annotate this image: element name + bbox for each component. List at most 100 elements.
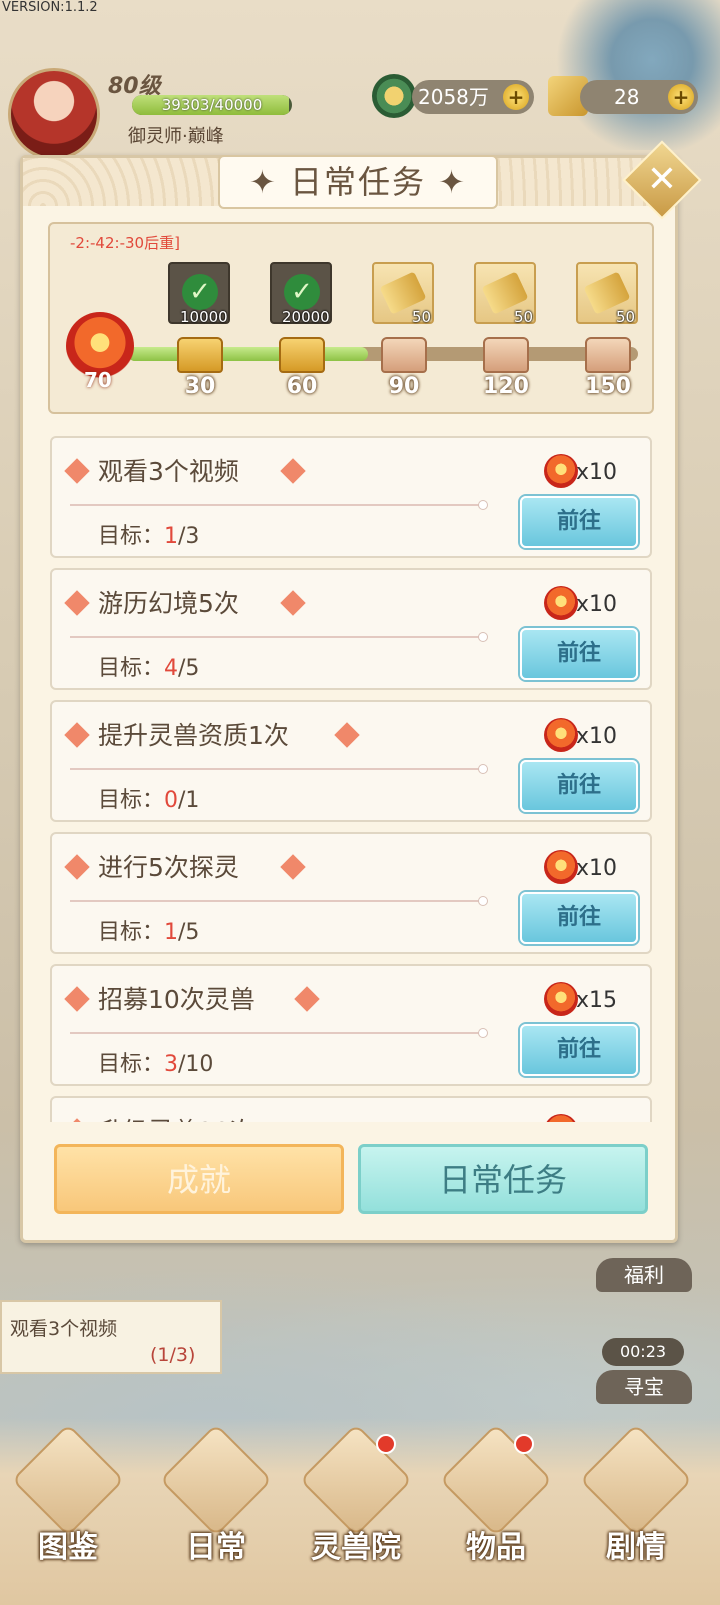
reward-amount: 10000 <box>180 308 228 326</box>
notification-badge <box>514 1434 534 1454</box>
chest-icon[interactable] <box>279 337 325 373</box>
checkmark-icon: ✓ <box>284 274 320 310</box>
task-divider <box>70 768 482 770</box>
reward-slot-2[interactable]: ✓ 20000 <box>270 262 332 326</box>
add-scrolls-button[interactable]: + <box>668 84 694 110</box>
quest-tracker[interactable]: 观看3个视频 (1/3) <box>0 1300 222 1374</box>
diamond-ornament-icon <box>334 722 360 748</box>
nav-item-daily[interactable]: 日常 <box>156 1423 276 1600</box>
task-reward: x15 <box>576 988 618 1013</box>
target-label: 目标： <box>98 524 165 549</box>
chest-icon[interactable] <box>483 337 529 373</box>
treasure-button[interactable]: 寻宝 <box>596 1370 692 1404</box>
reward-slot-4[interactable]: 50 <box>474 262 536 326</box>
milestone-label: 30 <box>184 374 216 399</box>
background-tower <box>550 0 720 150</box>
target-current: 1 <box>164 920 179 945</box>
activity-track-fill <box>128 347 368 361</box>
nav-label: 日常 <box>186 1530 246 1565</box>
go-button[interactable]: 前往 <box>520 760 638 812</box>
task-divider <box>70 900 482 902</box>
target-total: /3 <box>178 524 200 549</box>
task-divider <box>70 504 482 506</box>
flame-reward-icon <box>544 982 578 1016</box>
checkmark-icon: ✓ <box>182 274 218 310</box>
go-button[interactable]: 前往 <box>520 892 638 944</box>
task-reward: x10 <box>576 460 618 485</box>
tab-achievement[interactable]: 成就 <box>54 1144 344 1214</box>
reset-countdown: -2:-42:-30后重] <box>70 234 180 252</box>
divider-dot <box>478 632 488 642</box>
diamond-ornament-icon <box>64 722 90 748</box>
scroll-check-icon <box>159 1423 273 1537</box>
reward-amount: 50 <box>412 308 432 326</box>
go-button[interactable]: 前往 <box>520 1024 638 1076</box>
target-label: 目标： <box>98 788 165 813</box>
go-button[interactable]: 前往 <box>520 628 638 680</box>
task-name: 观看3个视频 <box>98 457 239 486</box>
divider-dot <box>478 896 488 906</box>
target-total: /1 <box>178 788 200 813</box>
task-list[interactable]: 观看3个视频 目标：1/3 x10 前往 游历幻境5次 目标：4/5 x10 前… <box>48 432 656 1122</box>
player-avatar[interactable] <box>8 68 100 160</box>
task-divider <box>70 1032 482 1034</box>
reward-slot-3[interactable]: 50 <box>372 262 434 326</box>
notification-badge <box>376 1434 396 1454</box>
task-name: 游历幻境5次 <box>98 589 239 618</box>
task-target: 目标：0/1 <box>98 782 199 814</box>
coin-icon <box>372 74 416 118</box>
chest-icon[interactable] <box>381 337 427 373</box>
task-target: 目标：1/3 <box>98 518 199 550</box>
divider-dot <box>478 764 488 774</box>
nav-item-items[interactable]: 物品 <box>436 1423 556 1600</box>
diamond-ornament-icon <box>294 986 320 1012</box>
target-total: /10 <box>178 1052 214 1077</box>
star-ornament-icon: ✦ <box>426 163 467 201</box>
task-name: 升级灵兽20次 <box>98 1112 255 1122</box>
tab-daily-tasks[interactable]: 日常任务 <box>358 1144 648 1214</box>
divider-dot <box>478 500 488 510</box>
chest-icon[interactable] <box>585 337 631 373</box>
player-title: 御灵师·巅峰 <box>128 126 224 147</box>
go-button[interactable]: 前往 <box>520 496 638 548</box>
flame-reward-icon <box>544 718 578 752</box>
nav-item-beast-academy[interactable]: 灵兽院 <box>296 1423 416 1600</box>
milestone-label: 120 <box>483 374 529 399</box>
reward-slot-1[interactable]: ✓ 10000 <box>168 262 230 326</box>
target-current: 3 <box>164 1052 179 1077</box>
nav-item-story[interactable]: 剧情 <box>576 1423 696 1600</box>
chest-icon[interactable] <box>177 337 223 373</box>
nav-label: 物品 <box>466 1530 526 1565</box>
diamond-ornament-icon <box>280 458 306 484</box>
task-target: 目标：3/10 <box>98 1046 213 1078</box>
task-reward: x10 <box>576 592 618 617</box>
task-card: 游历幻境5次 目标：4/5 x10 前往 <box>50 568 652 690</box>
panel-title-plate: ✦ 日常任务 ✦ <box>218 155 498 209</box>
target-label: 目标： <box>98 920 165 945</box>
target-label: 目标： <box>98 1052 165 1077</box>
target-total: /5 <box>178 656 200 681</box>
target-label: 目标： <box>98 656 165 681</box>
nav-label: 图鉴 <box>38 1530 98 1565</box>
target-current: 1 <box>164 524 179 549</box>
version-label: VERSION:1.1.2 <box>2 0 98 15</box>
task-name: 提升灵兽资质1次 <box>98 721 289 750</box>
task-reward: x10 <box>576 856 618 881</box>
diamond-ornament-icon <box>280 590 306 616</box>
task-divider <box>70 636 482 638</box>
diamond-ornament-icon <box>64 854 90 880</box>
diamond-ornament-icon <box>64 1118 90 1122</box>
add-coins-button[interactable]: + <box>503 84 529 110</box>
reward-slot-5[interactable]: 50 <box>576 262 638 326</box>
welfare-button[interactable]: 福利 <box>596 1258 692 1292</box>
milestone-label: 60 <box>286 374 318 399</box>
flame-reward-icon <box>544 454 578 488</box>
reward-amount: 50 <box>514 308 534 326</box>
diamond-ornament-icon <box>64 590 90 616</box>
bag-icon <box>439 1423 553 1537</box>
flame-reward-icon <box>544 586 578 620</box>
close-icon[interactable]: ✕ <box>634 152 690 208</box>
milestone-label: 90 <box>388 374 420 399</box>
diamond-ornament-icon <box>280 854 306 880</box>
nav-item-codex[interactable]: 图鉴 <box>8 1423 128 1600</box>
